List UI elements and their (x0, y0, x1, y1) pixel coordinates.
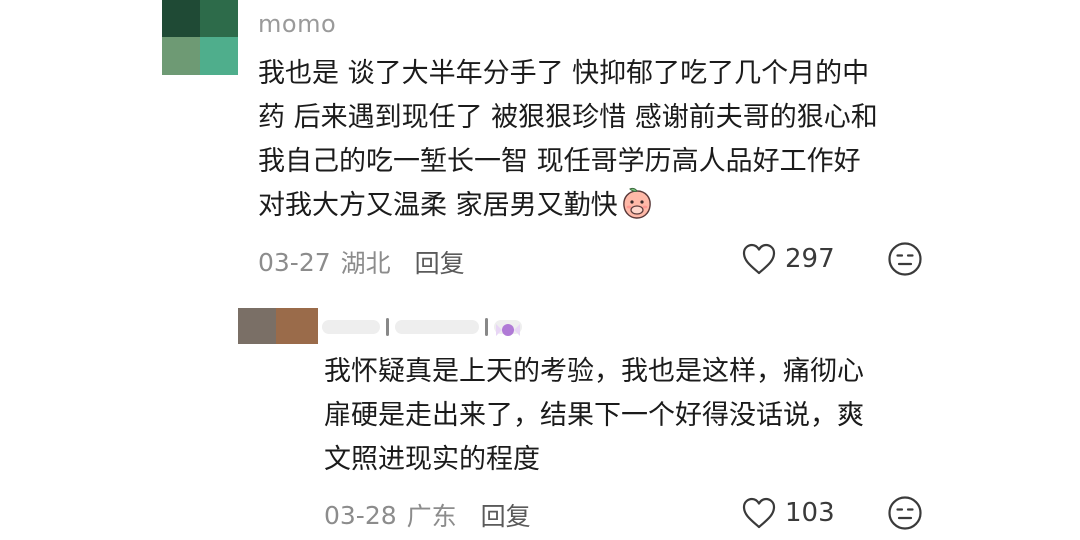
reply-avatar-block (238, 308, 276, 344)
comment-line: 对我大方又温柔 家居男又勤快 (258, 184, 948, 234)
reply-line: 扉硬是走出来了，结果下一个好得没话说，爽 (324, 400, 864, 431)
reply-line: 文照进现实的程度 (324, 444, 540, 475)
reply-like-button[interactable]: 103 (741, 496, 835, 530)
avatar-block (162, 37, 200, 75)
comment-date: 03-27 (258, 247, 331, 277)
neutral-face-icon[interactable] (887, 241, 923, 281)
avatar[interactable] (162, 0, 238, 75)
peach-covering-mouth-emoji-icon (620, 186, 654, 234)
candy-emoji-icon (494, 320, 522, 336)
reply-username-blurred[interactable] (322, 315, 522, 339)
avatar-block (200, 37, 238, 75)
heart-outline-icon (742, 243, 776, 275)
like-button[interactable]: 297 (741, 242, 835, 276)
blur-segment (395, 320, 480, 334)
neutral-face-icon[interactable] (887, 495, 923, 535)
blur-segment (322, 320, 381, 334)
reply-body: 我怀疑真是上天的考验，我也是这样，痛彻心 扉硬是走出来了，结果下一个好得没话说，… (324, 350, 924, 482)
reply-line: 我怀疑真是上天的考验，我也是这样，痛彻心 (324, 356, 864, 387)
blur-segment (485, 318, 488, 336)
comment-region: 湖北 (340, 249, 391, 278)
avatar-block (162, 0, 200, 37)
comment-line-text: 对我大方又温柔 家居男又勤快 (258, 190, 618, 221)
reply-date: 03-28 (324, 500, 397, 530)
comment-line: 药 后来遇到现任了 被狠狠珍惜 感谢前夫哥的狠心和 (258, 102, 878, 133)
reply-button[interactable]: 回复 (415, 244, 465, 280)
reply-meta: 03-28 广东 回复 (324, 497, 531, 533)
username[interactable]: momo (258, 10, 336, 38)
comment-meta: 03-27 湖北 回复 (258, 244, 465, 280)
like-count: 103 (785, 498, 835, 528)
comment-body: 我也是 谈了大半年分手了 快抑郁了吃了几个月的中 药 后来遇到现任了 被狠狠珍惜… (258, 52, 948, 234)
reply-avatar-block (276, 308, 318, 344)
avatar-block (200, 0, 238, 37)
comment-line: 我自己的吃一堑长一智 现任哥学历高人品好工作好 (258, 146, 861, 177)
heart-outline-icon (742, 497, 776, 529)
reply-button[interactable]: 回复 (481, 497, 531, 533)
reply-avatar[interactable] (238, 308, 318, 344)
reply-region: 广东 (406, 502, 457, 531)
blur-segment (386, 318, 390, 336)
like-count: 297 (785, 244, 835, 274)
comment-line: 我也是 谈了大半年分手了 快抑郁了吃了几个月的中 (258, 58, 870, 89)
